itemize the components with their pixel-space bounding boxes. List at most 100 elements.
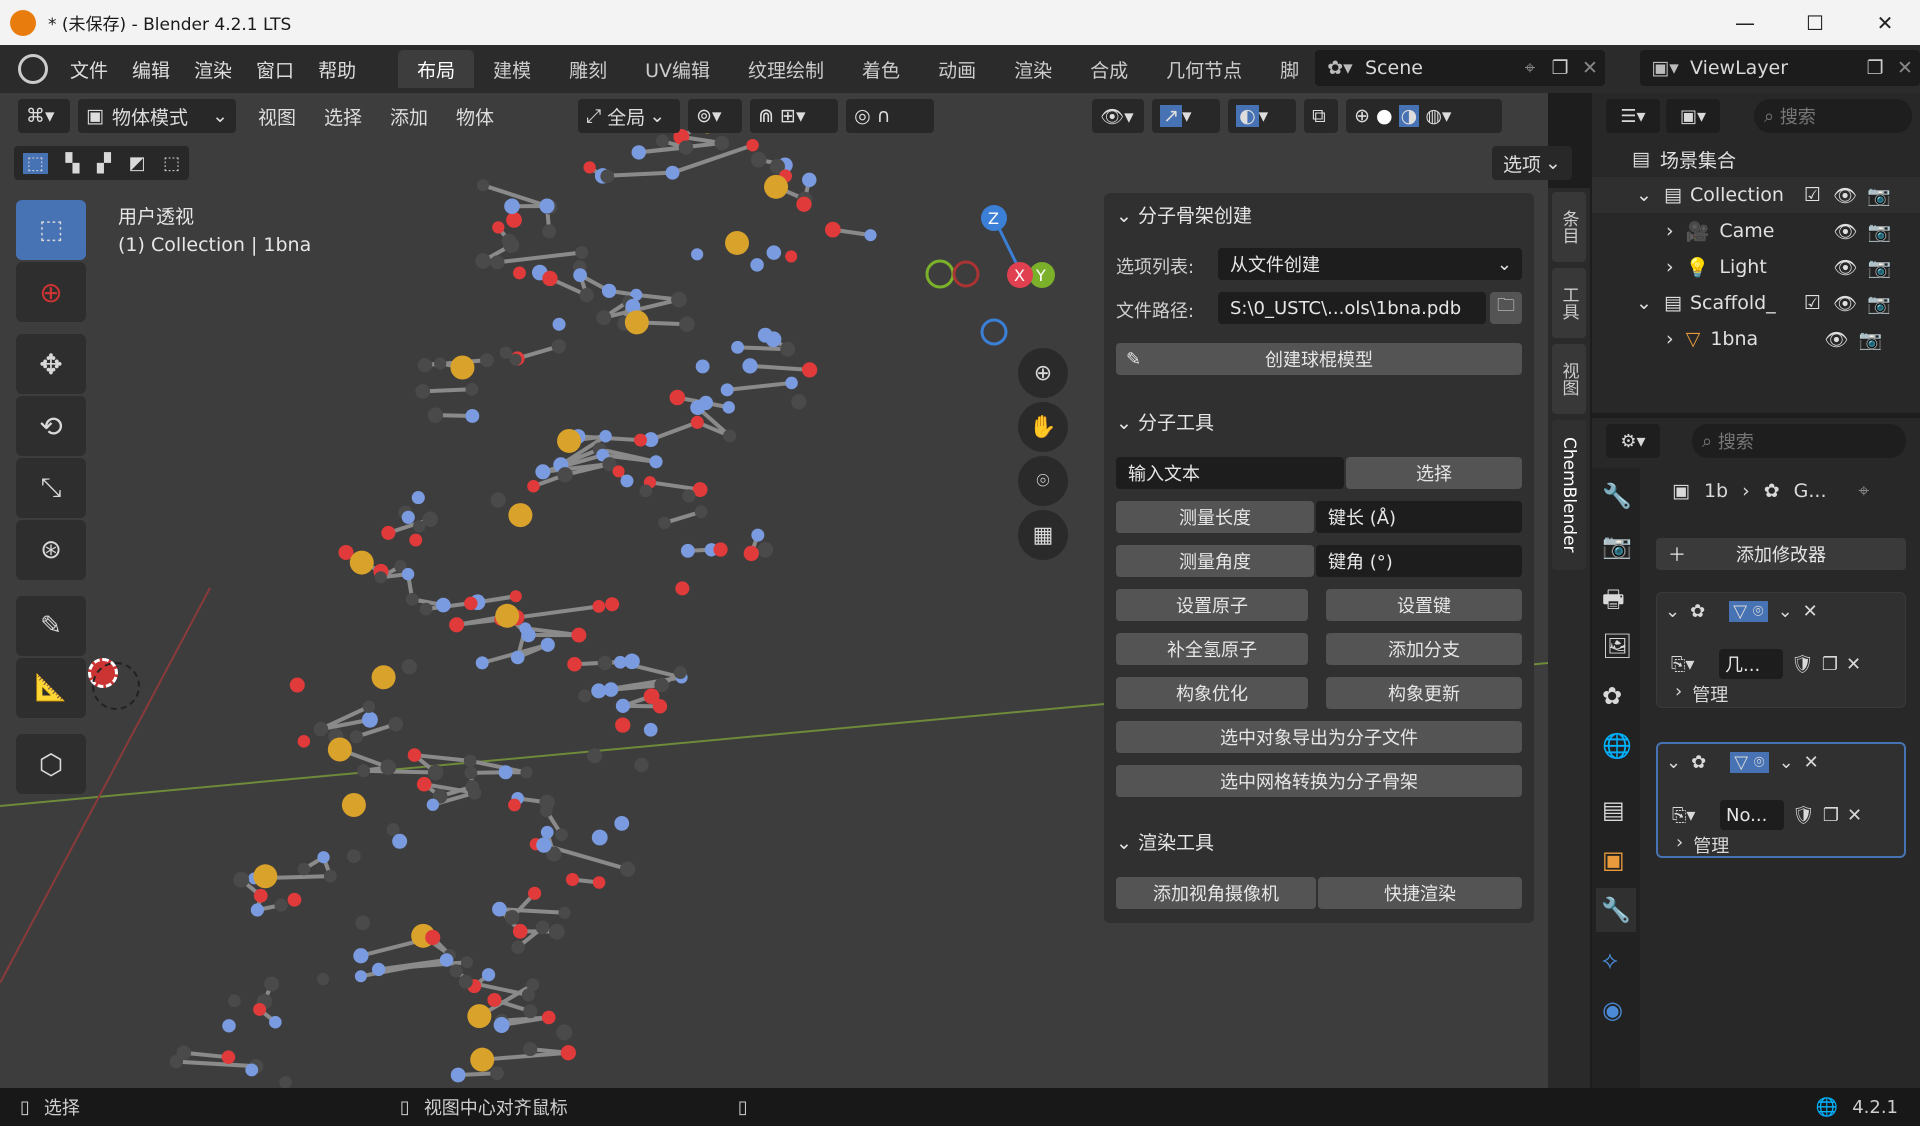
display-mode-icon[interactable]: ▣▾	[1666, 99, 1720, 133]
xray-button[interactable]: ⧉	[1304, 99, 1339, 133]
visibility-toggle-icon[interactable]: ▽ ⌾	[1730, 752, 1769, 773]
close-button[interactable]: ✕	[1850, 0, 1920, 45]
tab-chemblender[interactable]: ChemBlender	[1552, 420, 1586, 570]
properties-search[interactable]: ⌕ 搜索	[1692, 424, 1906, 458]
remove-scene-icon[interactable]: ✕	[1575, 57, 1605, 79]
camera-render-icon[interactable]: 📷	[1867, 184, 1891, 207]
camera-render-icon[interactable]: 📷	[1858, 328, 1882, 351]
pin-icon[interactable]: ⌖	[1858, 480, 1869, 502]
select-extend-icon[interactable]: ▚	[65, 153, 79, 174]
tab-sculpting[interactable]: 雕刻	[550, 50, 626, 88]
file-path-input[interactable]: S:\0_USTC\...ols\1bna.pdb	[1218, 292, 1486, 324]
camera-render-icon[interactable]: 📷	[1867, 256, 1891, 279]
quick-render-button[interactable]: 快捷渲染	[1318, 877, 1522, 909]
solid-shading-icon[interactable]: ●	[1376, 105, 1393, 127]
move-tool[interactable]: ✥	[16, 334, 86, 394]
chevron-down-icon[interactable]: ⌄	[1779, 752, 1794, 773]
close-icon[interactable]: ✕	[1803, 601, 1818, 622]
update-conformation-button[interactable]: 构象更新	[1326, 677, 1522, 709]
fake-user-icon[interactable]: 🛡	[1791, 654, 1814, 675]
add-cube-tool[interactable]: ⬡	[16, 734, 86, 794]
tab-geometry-nodes[interactable]: 几何节点	[1147, 50, 1261, 88]
select-new-icon[interactable]: ⬚	[22, 152, 48, 174]
close-icon[interactable]: ✕	[1847, 805, 1862, 826]
measure-length-button[interactable]: 测量长度	[1116, 501, 1314, 533]
export-molecule-button[interactable]: 选中对象导出为分子文件	[1116, 721, 1522, 753]
view-layer-props-icon[interactable]: 🖼	[1602, 632, 1632, 660]
outliner-scene-collection[interactable]: ▤ 场景集合	[1592, 141, 1920, 177]
scale-tool[interactable]: ⤡	[16, 458, 86, 518]
tools-section-header[interactable]: ⌄ 分子工具	[1116, 408, 1214, 435]
menu-help[interactable]: 帮助	[306, 56, 368, 83]
visibility-button[interactable]: 👁▾	[1092, 99, 1145, 133]
outliner-editor-icon[interactable]: ☰▾	[1606, 99, 1660, 133]
overlay-button[interactable]: ◐ ▾	[1228, 99, 1297, 133]
checkbox-icon[interactable]: ☑	[1804, 292, 1821, 314]
eye-icon[interactable]: 👁	[1824, 328, 1848, 351]
measure-angle-button[interactable]: 测量角度	[1116, 545, 1314, 577]
select-button[interactable]: 选择	[1346, 457, 1522, 489]
tab-modeling[interactable]: 建模	[474, 50, 550, 88]
manage-subpanel[interactable]: › 管理	[1675, 681, 1728, 707]
outliner-row-scaffold[interactable]: ⌄ ▤ Scaffold_ ☑ 👁 📷	[1592, 285, 1920, 321]
bond-length-field[interactable]: 键长 (Å)	[1316, 501, 1522, 533]
blender-menu-icon[interactable]	[18, 54, 48, 84]
chevron-down-icon[interactable]: ⌄	[1778, 601, 1793, 622]
navigation-gizmo[interactable]: Z Y X	[920, 200, 1060, 350]
node-group-field[interactable]: No...	[1720, 800, 1784, 830]
eye-icon[interactable]: 👁	[1833, 256, 1857, 279]
view-layer-selector[interactable]: ▣▾ ViewLayer ❐ ✕	[1640, 50, 1920, 86]
world-props-icon[interactable]: 🌐	[1602, 732, 1632, 760]
folder-browse-icon[interactable]: 🗀	[1490, 292, 1522, 324]
add-branch-button[interactable]: 添加分支	[1326, 633, 1522, 665]
particles-props-icon[interactable]: ⟡	[1602, 946, 1618, 974]
pin-icon[interactable]: ⌖	[1515, 57, 1545, 79]
tab-view[interactable]: 视图	[1552, 344, 1586, 414]
shading-buttons[interactable]: ⊕ ● ◑ ◍ ▾	[1346, 99, 1503, 133]
minimize-button[interactable]: —	[1710, 0, 1780, 45]
rendered-shading-icon[interactable]: ◍	[1425, 105, 1442, 127]
camera-render-icon[interactable]: 📷	[1867, 220, 1891, 243]
node-group-icon[interactable]: ⎘▾	[1672, 805, 1712, 826]
perspective-grid-icon[interactable]: ▦	[1018, 510, 1068, 560]
eye-icon[interactable]: 👁	[1833, 292, 1857, 315]
proportional-edit-button[interactable]: ◎ ∩	[846, 99, 935, 133]
option-list-select[interactable]: 从文件创建 ⌄	[1218, 248, 1522, 280]
select-box-tool[interactable]: ⬚	[16, 200, 86, 260]
zoom-icon[interactable]: ⊕	[1018, 348, 1068, 398]
modifier-props-icon[interactable]: 🔧	[1596, 888, 1636, 932]
fake-user-icon[interactable]: 🛡	[1792, 805, 1815, 826]
tab-uv-editing[interactable]: UV编辑	[626, 50, 729, 88]
output-props-icon[interactable]: 🖶	[1602, 582, 1625, 623]
add-hydrogen-button[interactable]: 补全氢原子	[1116, 633, 1308, 665]
tab-animation[interactable]: 动画	[919, 50, 995, 88]
properties-editor-icon[interactable]: ⚙▾	[1606, 424, 1660, 458]
outliner-row-light[interactable]: › 💡 Light 👁 📷	[1592, 249, 1920, 285]
pivot-point-button[interactable]: ⊚▾	[688, 99, 743, 133]
transform-tool[interactable]: ⊛	[16, 520, 86, 580]
maximize-button[interactable]: ☐	[1780, 0, 1850, 45]
transform-orientation[interactable]: ⤢ 全局 ⌄	[578, 99, 681, 133]
editor-type-button[interactable]: ⌘▾	[18, 99, 70, 133]
camera-view-icon[interactable]: ⌾	[1018, 456, 1068, 506]
physics-props-icon[interactable]: ◉	[1602, 996, 1623, 1024]
options-button[interactable]: 选项 ⌄	[1492, 146, 1572, 180]
outliner-search[interactable]: ⌕ 搜索	[1754, 99, 1912, 133]
chevron-down-icon[interactable]: ⌄	[1665, 601, 1680, 622]
bond-angle-field[interactable]: 键角 (°)	[1316, 545, 1522, 577]
tab-shading[interactable]: 着色	[843, 50, 919, 88]
menu-file[interactable]: 文件	[58, 56, 120, 83]
duplicate-icon[interactable]: ❐	[1822, 654, 1838, 675]
create-ballstick-button[interactable]: ✎ 创建球棍模型	[1116, 343, 1522, 375]
snap-button[interactable]: ⋒ ⊞▾	[750, 99, 839, 133]
input-text-field[interactable]: 输入文本	[1116, 457, 1344, 489]
material-shading-icon[interactable]: ◑	[1398, 105, 1420, 127]
tab-compositing[interactable]: 合成	[1071, 50, 1147, 88]
annotate-tool[interactable]: ✎	[16, 596, 86, 656]
add-modifier-button[interactable]: ＋ 添加修改器	[1656, 538, 1906, 570]
viewport-menu-select[interactable]: 选择	[310, 103, 376, 130]
outliner-row-collection[interactable]: ⌄ ▤ Collection ☑ 👁 📷	[1592, 177, 1920, 213]
eye-icon[interactable]: 👁	[1833, 220, 1857, 243]
render-props-icon[interactable]: 📷	[1602, 532, 1632, 560]
wireframe-shading-icon[interactable]: ⊕	[1354, 105, 1370, 127]
